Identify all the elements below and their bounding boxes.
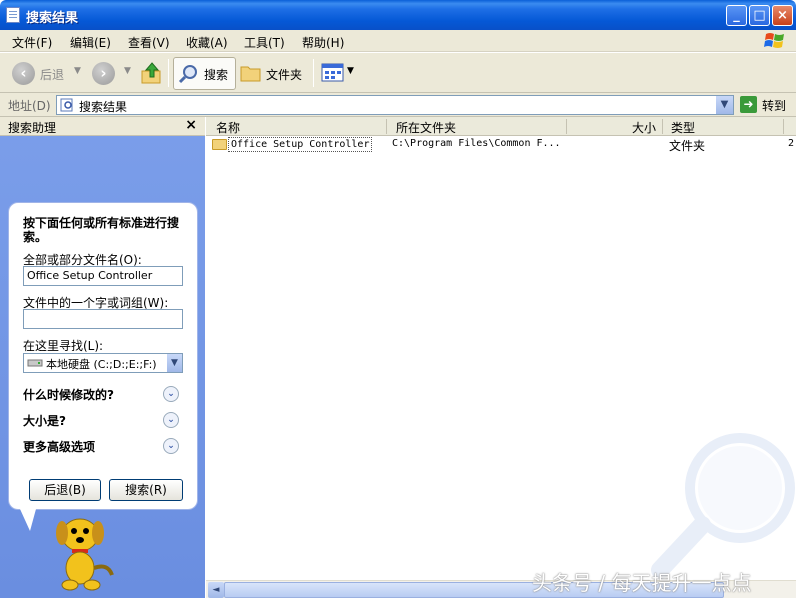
- folder-icon: [212, 139, 227, 150]
- magnifier-watermark-icon: [651, 433, 795, 579]
- back-arrow-icon[interactable]: ‹: [12, 62, 35, 85]
- maximize-button[interactable]: □: [749, 5, 770, 26]
- back-button-label[interactable]: 后退: [40, 66, 64, 83]
- result-extra: 2: [788, 138, 795, 149]
- search-criteria-panel: 按下面任何或所有标准进行搜索。 全部或部分文件名(O): Office Setu…: [8, 202, 198, 510]
- column-folder[interactable]: 所在文件夹: [396, 119, 456, 136]
- address-value: 搜索结果: [79, 100, 128, 114]
- address-label: 地址(D): [8, 99, 51, 113]
- search-assistant-pane: 搜索助理 × 按下面任何或所有标准进行搜索。 全部或部分文件名(O): Offi…: [0, 117, 205, 598]
- window-title: 搜索结果: [26, 11, 79, 26]
- menu-bar: 文件(F) 编辑(E) 查看(V) 收藏(A) 工具(T) 帮助(H): [0, 30, 796, 52]
- go-button-label[interactable]: 转到: [762, 97, 786, 114]
- menu-favorites[interactable]: 收藏(A): [186, 34, 228, 51]
- pane-title: 搜索助理: [8, 121, 57, 135]
- lookin-select[interactable]: 本地硬盘 (C:;D:;E:;F:) ▼: [23, 353, 183, 373]
- menu-view[interactable]: 查看(V): [128, 34, 170, 51]
- size-label[interactable]: 大小是?: [23, 412, 66, 429]
- pane-header: 搜索助理 ×: [0, 117, 205, 136]
- back-pane-button[interactable]: 后退(B): [29, 479, 101, 501]
- lookin-value: 本地硬盘 (C:;D:;E:;F:): [46, 358, 157, 371]
- watermark-text: 头条号 / 每天提升一点点: [532, 571, 752, 595]
- forward-arrow-icon[interactable]: ›: [92, 62, 115, 85]
- menu-help[interactable]: 帮助(H): [302, 34, 344, 51]
- result-type: 文件夹: [669, 139, 706, 153]
- expand-advanced-icon[interactable]: ⌄: [163, 438, 179, 454]
- search-button-label: 搜索: [204, 68, 229, 82]
- views-dropdown-icon[interactable]: ▼: [347, 66, 354, 76]
- search-pane-button[interactable]: 搜索(R): [109, 479, 183, 501]
- results-column-header: 名称 所在文件夹 大小 类型: [206, 117, 796, 136]
- when-modified-label[interactable]: 什么时候修改的?: [23, 386, 114, 403]
- table-row[interactable]: Office Setup Controller C:\Program Files…: [206, 136, 796, 153]
- column-name[interactable]: 名称: [216, 119, 240, 136]
- address-dropdown-icon[interactable]: ▼: [716, 96, 733, 114]
- result-name[interactable]: Office Setup Controller: [228, 137, 373, 152]
- forward-dropdown-icon[interactable]: ▼: [124, 66, 131, 76]
- lookin-label: 在这里寻找(L):: [23, 339, 104, 353]
- lookin-dropdown-icon[interactable]: ▼: [167, 354, 182, 372]
- magnifier-icon: [178, 65, 197, 84]
- back-dropdown-icon[interactable]: ▼: [74, 66, 81, 76]
- up-folder-icon[interactable]: [141, 61, 163, 85]
- windows-logo-icon: [764, 33, 784, 48]
- views-icon[interactable]: [321, 63, 345, 83]
- search-button[interactable]: 搜索: [173, 57, 236, 90]
- expand-when-modified-icon[interactable]: ⌄: [163, 386, 179, 402]
- advanced-options-label[interactable]: 更多高级选项: [23, 438, 95, 455]
- hard-drive-icon: [27, 359, 43, 367]
- menu-edit[interactable]: 编辑(E): [70, 34, 111, 51]
- word-input[interactable]: [23, 309, 183, 329]
- column-type[interactable]: 类型: [671, 119, 695, 136]
- menu-file[interactable]: 文件(F): [12, 34, 52, 51]
- search-results-icon: [60, 98, 73, 112]
- folders-icon[interactable]: [240, 64, 262, 82]
- result-folder: C:\Program Files\Common F...: [392, 138, 561, 149]
- expand-size-icon[interactable]: ⌄: [163, 412, 179, 428]
- scroll-left-icon[interactable]: ◄: [208, 582, 224, 598]
- pane-close-icon[interactable]: ×: [185, 117, 197, 133]
- menu-tools[interactable]: 工具(T): [244, 34, 285, 51]
- column-size[interactable]: 大小: [632, 119, 656, 136]
- minimize-button[interactable]: _: [726, 5, 747, 26]
- close-button[interactable]: ×: [772, 5, 793, 26]
- address-bar: 地址(D) 搜索结果 ▼ ➜ 转到: [0, 93, 796, 117]
- criteria-heading: 按下面任何或所有标准进行搜索。: [23, 216, 180, 244]
- search-results-window-icon: [6, 7, 20, 23]
- filename-input[interactable]: Office Setup Controller: [23, 266, 183, 286]
- title-bar: 搜索结果 _ □ ×: [0, 0, 796, 30]
- toolbar: ‹ 后退 ▼ › ▼ 搜索 文件夹 ▼: [0, 53, 796, 93]
- search-dog-mascot-icon: [56, 518, 114, 591]
- folders-button-label[interactable]: 文件夹: [266, 66, 302, 83]
- go-arrow-icon[interactable]: ➜: [740, 96, 757, 113]
- address-input[interactable]: 搜索结果 ▼: [56, 95, 734, 115]
